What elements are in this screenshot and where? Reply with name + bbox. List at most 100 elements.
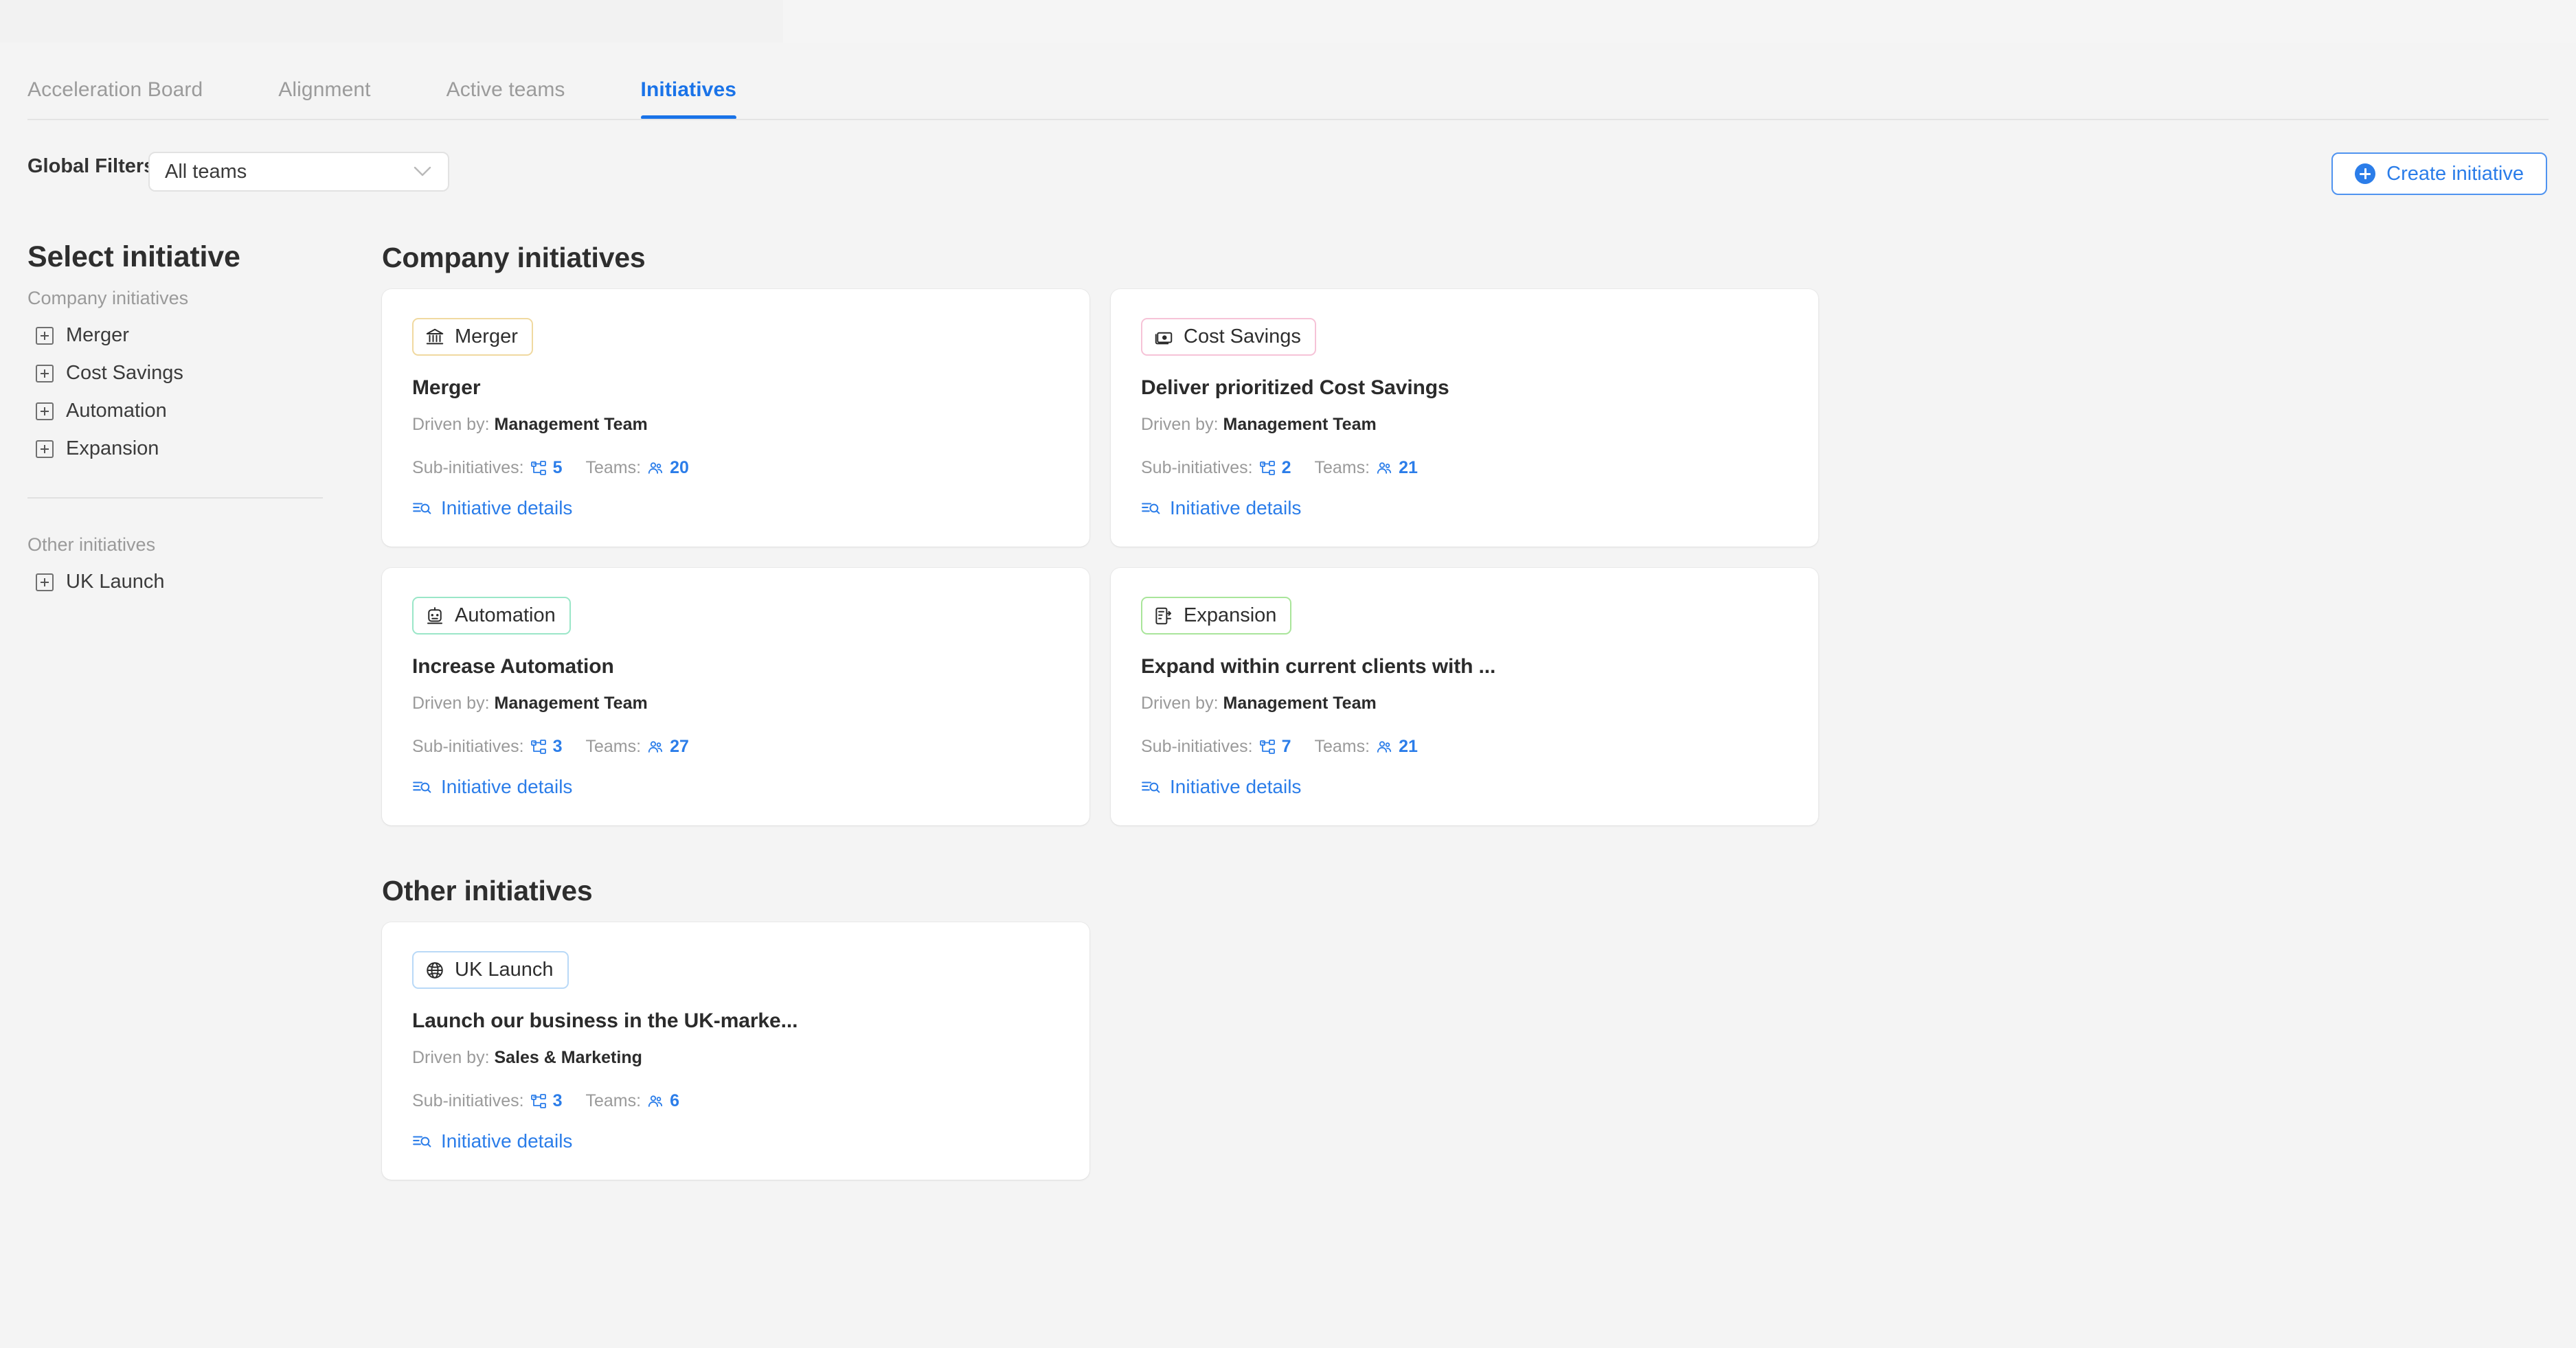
teams-metric: Teams: 21	[1314, 458, 1417, 478]
teams-icon	[647, 1093, 664, 1110]
sub-initiatives-count: 2	[1281, 458, 1291, 477]
teams-metric: Teams: 20	[585, 458, 688, 478]
tab-initiatives[interactable]: Initiatives	[640, 78, 737, 119]
top-blank-strip-right	[783, 0, 2576, 43]
driven-by-value: Management Team	[494, 415, 648, 434]
sidebar: Select initiative Company initiatives Mer…	[27, 240, 330, 593]
sidebar-item-automation[interactable]: Automation	[27, 400, 330, 422]
sub-initiatives-count: 3	[552, 1091, 563, 1110]
sub-initiatives-label: Sub-initiatives:	[1141, 458, 1253, 477]
teams-metric: Teams: 6	[585, 1091, 679, 1111]
teams-icon	[1376, 460, 1392, 477]
initiative-details-label: Initiative details	[1170, 776, 1302, 797]
initiative-card[interactable]: UK Launch Launch our business in the UK-m…	[382, 922, 1089, 1180]
driven-by-row: Driven by: Sales & Marketing	[412, 1048, 1059, 1068]
initiative-details-link[interactable]: Initiative details	[1141, 776, 1788, 798]
initiative-tag-label: Automation	[455, 604, 556, 626]
teams-metric: Teams: 21	[1314, 737, 1417, 757]
driven-by-label: Driven by:	[1141, 415, 1219, 434]
driven-by-row: Driven by: Management Team	[1141, 415, 1788, 435]
sidebar-group-label: Company initiatives	[27, 288, 189, 308]
driven-by-value: Management Team	[494, 694, 648, 713]
tab-active-teams[interactable]: Active teams	[447, 78, 565, 119]
initiative-metrics: Sub-initiatives: 5 Teams: 20	[412, 458, 1059, 478]
page-root: Acceleration Board Alignment Active teams I…	[0, 0, 2576, 1348]
initiative-details-link[interactable]: Initiative details	[412, 776, 1059, 798]
sidebar-item-uk-launch[interactable]: UK Launch	[27, 571, 330, 593]
sub-initiatives-label: Sub-initiatives:	[412, 1091, 524, 1110]
expand-plus-icon[interactable]	[36, 364, 54, 382]
sub-initiatives-icon	[1259, 460, 1276, 477]
initiative-metrics: Sub-initiatives: 3 Teams: 27	[412, 737, 1059, 757]
sidebar-item-label: Merger	[66, 324, 129, 346]
money-icon	[1153, 327, 1174, 347]
initiative-card[interactable]: Automation Increase Automation Driven by: …	[382, 568, 1089, 825]
sidebar-item-label: Expansion	[66, 437, 159, 459]
driven-by-row: Driven by: Management Team	[412, 415, 1059, 435]
sidebar-item-expansion[interactable]: Expansion	[27, 437, 330, 460]
expand-plus-icon[interactable]	[36, 573, 54, 591]
expansion-icon	[1153, 606, 1174, 626]
main-content: Company initiatives Merger Merger Driven by…	[382, 242, 2546, 1180]
initiative-card[interactable]: Expansion Expand within current clients w…	[1111, 568, 1818, 825]
section-title: Other initiatives	[382, 875, 593, 906]
initiative-title: Merger	[412, 376, 481, 399]
team-filter-value: All teams	[165, 160, 247, 183]
chevron-down-icon	[414, 166, 431, 177]
initiative-tag: Cost Savings	[1141, 318, 1316, 356]
tab-acceleration-board[interactable]: Acceleration Board	[27, 78, 203, 119]
expand-plus-icon[interactable]	[36, 402, 54, 420]
plus-circle-icon	[2355, 163, 2376, 184]
initiative-card[interactable]: Cost Savings Deliver prioritized Cost Sav…	[1111, 289, 1818, 547]
sidebar-item-label: UK Launch	[66, 571, 165, 593]
sub-initiatives-count: 7	[1281, 737, 1291, 756]
initiative-tag-label: Expansion	[1184, 604, 1277, 626]
initiative-tag: UK Launch	[412, 951, 569, 989]
teams-label: Teams:	[1314, 737, 1370, 756]
initiative-tag: Automation	[412, 597, 571, 635]
teams-label: Teams:	[585, 458, 642, 477]
details-search-icon	[412, 778, 431, 796]
sub-initiatives-metric: Sub-initiatives: 3	[412, 1091, 562, 1111]
driven-by-label: Driven by:	[412, 694, 490, 713]
initiative-metrics: Sub-initiatives: 3 Teams: 6	[412, 1091, 1059, 1111]
sub-initiatives-metric: Sub-initiatives: 2	[1141, 458, 1291, 478]
sub-initiatives-metric: Sub-initiatives: 3	[412, 737, 562, 757]
initiative-metrics: Sub-initiatives: 2 Teams: 21	[1141, 458, 1788, 478]
robot-icon	[425, 606, 445, 626]
initiative-details-link[interactable]: Initiative details	[412, 1130, 1059, 1152]
initiative-details-link[interactable]: Initiative details	[412, 497, 1059, 519]
sidebar-item-cost-savings[interactable]: Cost Savings	[27, 362, 330, 385]
initiative-tag: Expansion	[1141, 597, 1292, 635]
tab-bar: Acceleration Board Alignment Active teams I…	[0, 43, 2576, 119]
sub-initiatives-count: 3	[552, 737, 563, 756]
initiative-details-label: Initiative details	[1170, 497, 1302, 518]
details-search-icon	[1141, 778, 1160, 796]
team-filter-select[interactable]: All teams	[148, 152, 449, 192]
initiative-card[interactable]: Merger Merger Driven by: Management Team Su…	[382, 289, 1089, 547]
sub-initiatives-icon	[530, 739, 547, 755]
expand-plus-icon[interactable]	[36, 326, 54, 345]
initiative-title: Increase Automation	[412, 655, 614, 678]
sidebar-item-merger[interactable]: Merger	[27, 324, 330, 347]
initiative-card-grid: Merger Merger Driven by: Management Team Su…	[382, 289, 2546, 825]
initiative-tag-label: Merger	[455, 325, 518, 347]
initiative-title: Expand within current clients with ...	[1141, 655, 1496, 678]
filter-bar: Global Filters All teams	[0, 135, 2576, 203]
sub-initiatives-icon	[530, 460, 547, 477]
sub-initiatives-icon	[1259, 739, 1276, 755]
section-title: Company initiatives	[382, 242, 646, 273]
sub-initiatives-icon	[530, 1093, 547, 1110]
create-initiative-button[interactable]: Create initiative	[2331, 152, 2547, 195]
driven-by-row: Driven by: Management Team	[1141, 694, 1788, 713]
driven-by-label: Driven by:	[412, 415, 490, 434]
tab-alignment[interactable]: Alignment	[278, 78, 370, 119]
sidebar-title: Select initiative	[27, 240, 240, 273]
teams-count: 27	[670, 737, 689, 756]
sidebar-group-label: Other initiatives	[27, 534, 156, 555]
sub-initiatives-count: 5	[552, 458, 563, 477]
expand-plus-icon[interactable]	[36, 439, 54, 458]
initiative-details-link[interactable]: Initiative details	[1141, 497, 1788, 519]
teams-label: Teams:	[1314, 458, 1370, 477]
teams-count: 21	[1399, 458, 1418, 477]
